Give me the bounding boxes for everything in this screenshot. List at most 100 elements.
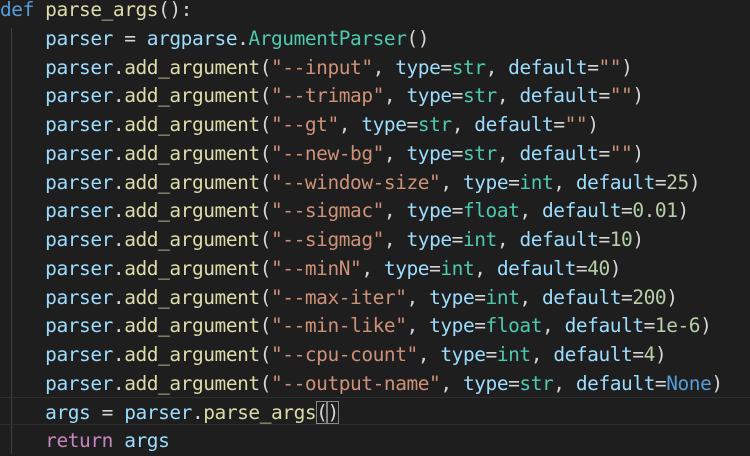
default-value: 25: [666, 170, 689, 194]
dot: .: [112, 113, 125, 136]
default-kwarg: default: [564, 314, 644, 338]
separator: ,: [383, 141, 407, 165]
type-kwarg: type: [406, 84, 453, 108]
close-paren: ): [688, 170, 701, 194]
separator: ,: [474, 256, 497, 280]
default-value: "": [598, 55, 622, 79]
code-line-def[interactable]: def parse_args():: [0, 0, 192, 25]
separator: ,: [406, 314, 430, 338]
default-value: 4: [643, 343, 656, 366]
code-line-add-argument[interactable]: parser.add_argument("--sigmag", type=int…: [0, 226, 644, 255]
separator: ,: [519, 199, 543, 223]
default-kwarg: default: [575, 170, 655, 194]
function-name: parse_args: [45, 0, 159, 21]
separator: ,: [417, 343, 441, 366]
close-paren: ): [587, 113, 599, 136]
flag-string: "--new-bg": [271, 141, 384, 165]
bracket-match-open: (: [316, 400, 328, 424]
open-paren: (: [259, 256, 272, 280]
dot: .: [112, 256, 125, 280]
default-value: 0.01: [632, 199, 678, 223]
code-line-add-argument[interactable]: parser.add_argument("--sigmac", type=flo…: [0, 197, 689, 226]
type-value: str: [519, 371, 554, 395]
return-value: args: [124, 429, 170, 453]
add-argument-call: add_argument: [124, 170, 260, 194]
add-argument-call: add_argument: [124, 199, 260, 223]
type-kwarg: type: [395, 55, 441, 79]
def-keyword: def: [0, 0, 34, 21]
equals: =: [598, 84, 610, 108]
dot: .: [112, 343, 125, 366]
flag-string: "--cpu-count": [271, 343, 418, 366]
receiver-var: parser: [45, 256, 113, 280]
code-line-add-argument[interactable]: parser.add_argument("--minN", type=int, …: [0, 255, 621, 284]
separator: ,: [440, 371, 463, 395]
equals: =: [598, 141, 610, 165]
receiver-var: parser: [45, 343, 113, 366]
signature-tail: ():: [158, 0, 192, 21]
separator: ,: [406, 285, 430, 309]
dot: .: [112, 285, 125, 309]
flag-string: "--input": [271, 55, 373, 79]
default-value: 10: [609, 228, 633, 251]
type-kwarg: type: [429, 285, 475, 309]
parser-var: parser: [124, 400, 192, 424]
code-line-add-argument[interactable]: parser.add_argument("--output-name", typ…: [0, 370, 723, 399]
receiver-var: parser: [45, 371, 113, 395]
argument-parser-class: ArgumentParser: [248, 26, 407, 50]
code-line-add-argument[interactable]: parser.add_argument("--cpu-count", type=…: [0, 341, 667, 370]
dot: .: [237, 26, 249, 50]
default-value: None: [666, 371, 712, 395]
code-line-add-argument[interactable]: parser.add_argument("--gt", type=str, de…: [0, 111, 599, 140]
separator: ,: [440, 170, 463, 194]
default-value: "": [609, 84, 633, 108]
code-line-add-argument[interactable]: parser.add_argument("--new-bg", type=str…: [0, 140, 644, 169]
open-paren: (: [259, 228, 272, 251]
equals: =: [575, 256, 588, 280]
open-paren: (: [259, 84, 272, 108]
code-editor[interactable]: def parse_args(): parser = argparse.Argu…: [0, 0, 750, 454]
args-var: args: [45, 400, 91, 424]
default-value: "": [564, 113, 588, 136]
code-line-parser[interactable]: parser = argparse.ArgumentParser(): [0, 25, 429, 54]
close-paren: ): [677, 199, 690, 223]
bracket-match-close: ): [327, 400, 339, 424]
code-line-add-argument[interactable]: parser.add_argument("--max-iter", type=i…: [0, 284, 678, 313]
separator: ,: [383, 228, 407, 251]
code-line-args[interactable]: args = parser.parse_args(): [0, 399, 339, 428]
equals: =: [508, 170, 520, 194]
type-value: str: [462, 141, 497, 165]
close-paren: ): [609, 256, 622, 280]
type-value: int: [496, 343, 531, 366]
default-kwarg: default: [508, 55, 588, 79]
dot: .: [112, 371, 125, 395]
add-argument-call: add_argument: [124, 285, 260, 309]
separator: ,: [496, 84, 520, 108]
separator: ,: [361, 256, 384, 280]
type-kwarg: type: [361, 113, 407, 136]
add-argument-call: add_argument: [124, 228, 260, 251]
default-kwarg: default: [519, 141, 599, 165]
type-value: float: [462, 199, 520, 223]
separator: ,: [451, 113, 475, 136]
equals: =: [440, 55, 452, 79]
parser-var: parser: [45, 26, 113, 50]
code-line-add-argument[interactable]: parser.add_argument("--input", type=str,…: [0, 54, 633, 83]
default-kwarg: default: [575, 371, 655, 395]
add-argument-call: add_argument: [124, 141, 260, 165]
separator: ,: [519, 285, 543, 309]
equals: =: [429, 256, 441, 280]
dot: .: [112, 84, 125, 108]
type-kwarg: type: [440, 343, 486, 366]
open-paren: (: [259, 285, 272, 309]
code-line-add-argument[interactable]: parser.add_argument("--trimap", type=str…: [0, 82, 644, 111]
default-kwarg: default: [519, 228, 599, 251]
dot: .: [112, 170, 125, 194]
receiver-var: parser: [45, 55, 113, 79]
add-argument-call: add_argument: [124, 113, 260, 136]
separator: ,: [496, 228, 520, 251]
code-line-return[interactable]: return args: [0, 427, 170, 456]
equals: =: [474, 314, 486, 338]
code-line-add-argument[interactable]: parser.add_argument("--window-size", typ…: [0, 169, 700, 198]
code-line-add-argument[interactable]: parser.add_argument("--min-like", type=f…: [0, 312, 712, 341]
